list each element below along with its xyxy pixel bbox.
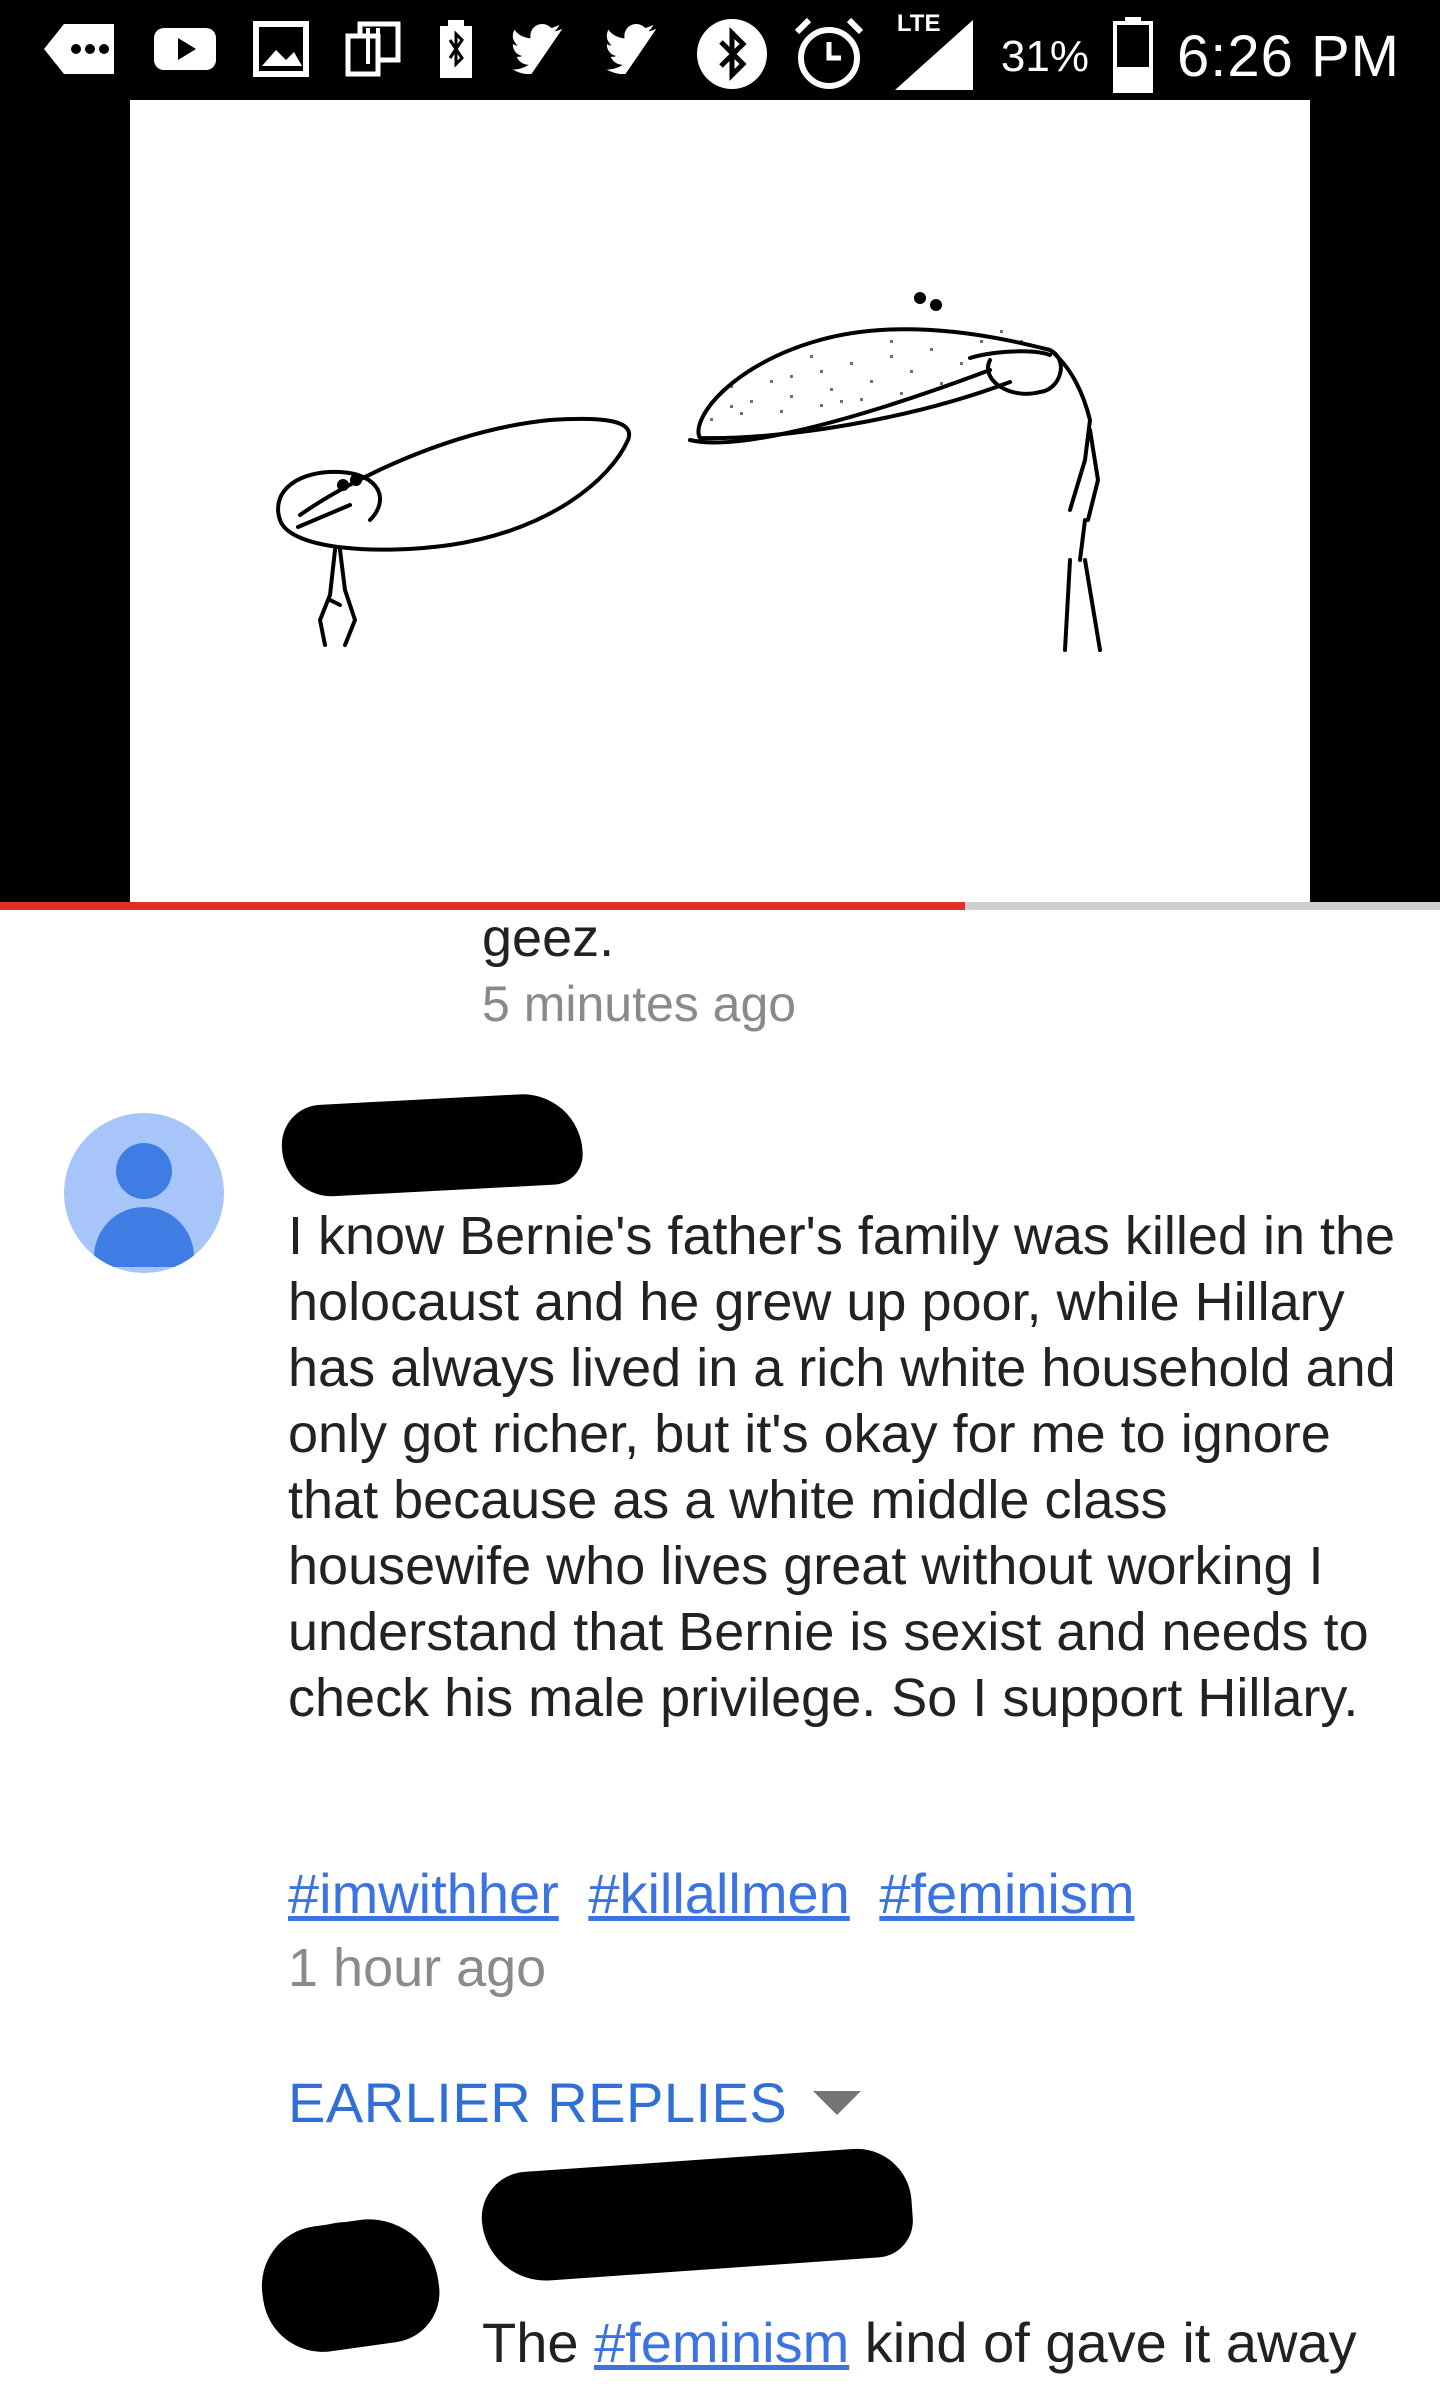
battery-icon	[1111, 15, 1155, 98]
youtube-icon	[152, 24, 218, 79]
previous-reply-text: geez.	[482, 908, 615, 968]
redacted-author-name	[279, 1091, 585, 1199]
copy-icon	[344, 20, 402, 83]
earlier-replies-label: EARLIER REPLIES	[288, 2071, 788, 2134]
avatar-head-shape	[116, 1143, 172, 1199]
redacted-avatar	[254, 2210, 446, 2360]
twitter-icon	[604, 24, 664, 79]
bluetooth-icon	[695, 17, 769, 96]
earlier-replies-button[interactable]: EARLIER REPLIES	[288, 2070, 862, 2135]
twitter-icon	[510, 24, 570, 79]
previous-reply-timestamp: 5 minutes ago	[482, 976, 797, 1032]
status-bar-system: LTE 31% 6:26 PM	[695, 10, 1400, 99]
video-player[interactable]	[0, 100, 1440, 908]
chevron-down-icon	[813, 2090, 862, 2115]
status-bar: LTE 31% 6:26 PM	[0, 0, 1440, 100]
reply-text-after: kind of gave it away	[849, 2311, 1357, 2374]
hashtag-link[interactable]: #imwithher	[288, 1862, 559, 1925]
image-icon	[252, 20, 310, 83]
reply-text-before: The	[482, 2311, 595, 2374]
comment-text: I know Bernie's father's family was kill…	[288, 1206, 1396, 1728]
more-icon	[40, 20, 118, 83]
redacted-author-name	[478, 2145, 916, 2285]
network-type-label: LTE	[896, 10, 941, 37]
video-frame[interactable]	[130, 100, 1310, 908]
previous-reply: geez. 5 minutes ago	[482, 905, 796, 1033]
comment-timestamp: 1 hour ago	[288, 1938, 547, 1998]
hashtag-link[interactable]: #killallmen	[588, 1862, 849, 1925]
battery-percent: 31%	[1000, 31, 1089, 81]
comment-hashtags: #imwithher #killallmen #feminism	[288, 1861, 1149, 1926]
avatar-body-shape	[94, 1207, 194, 1267]
reply-text: The #feminism kind of gave it away	[482, 2310, 1422, 2376]
alarm-icon	[791, 16, 867, 97]
hashtag-link[interactable]: #feminism	[879, 1862, 1134, 1925]
battery-charging-icon	[436, 18, 476, 85]
hashtag-link[interactable]: #feminism	[594, 2311, 849, 2374]
status-bar-time: 6:26 PM	[1177, 24, 1400, 89]
signal-icon: LTE	[889, 10, 979, 99]
video-drawing	[276, 292, 1102, 652]
status-bar-notifications	[40, 18, 664, 85]
avatar[interactable]	[64, 1113, 224, 1273]
